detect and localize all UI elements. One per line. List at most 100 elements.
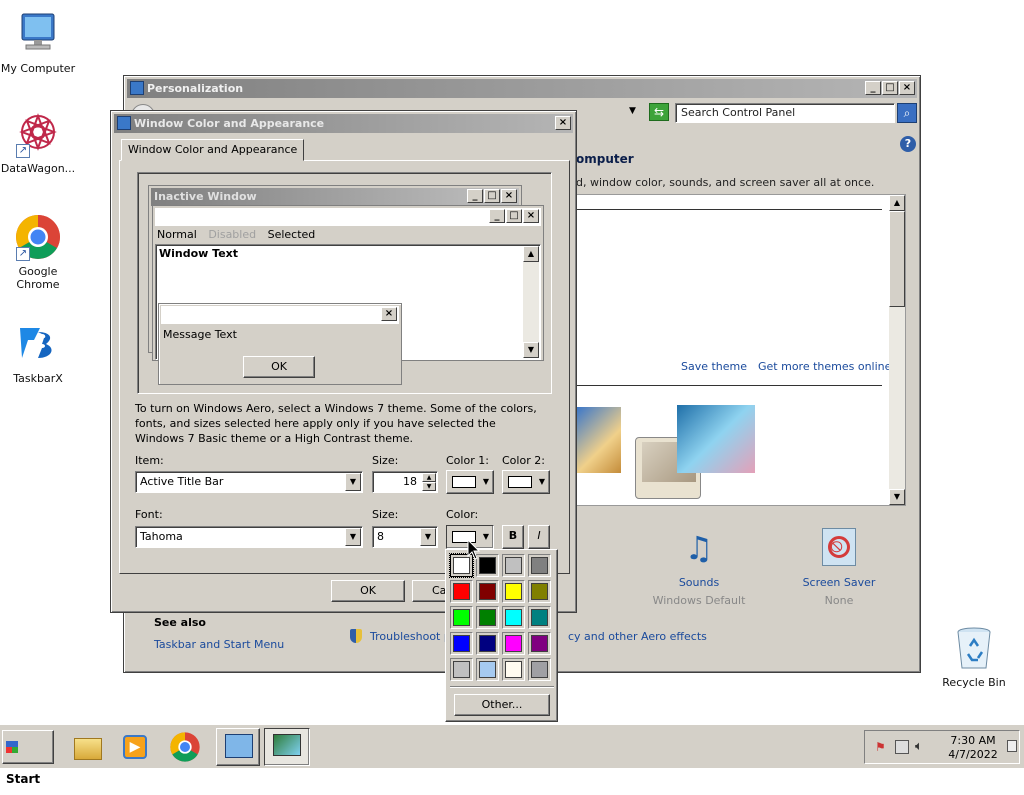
color-swatch[interactable] (502, 658, 525, 681)
item-select[interactable]: Active Title Bar ▼ (135, 471, 363, 493)
window-text: Window Text (159, 247, 239, 260)
save-theme-link[interactable]: Save theme (681, 360, 747, 373)
start-button[interactable]: Start (2, 730, 54, 786)
color-swatch[interactable] (450, 658, 473, 681)
desktop-icon-label: DataWagon... (0, 162, 76, 175)
show-desktop-icon[interactable] (1007, 740, 1017, 752)
chevron-down-icon[interactable]: ▼ (420, 528, 436, 546)
clock-time: 7:30 AM (950, 734, 996, 747)
preview-minimize-icon: _ (467, 189, 483, 203)
color-swatch[interactable] (528, 658, 551, 681)
color2-button[interactable]: ▼ (502, 470, 550, 494)
theme-thumbnail[interactable] (677, 405, 755, 473)
chrome-icon (170, 732, 200, 762)
desktop-icon-my-computer[interactable]: My Computer (0, 10, 78, 75)
menu-normal: Normal (157, 228, 197, 241)
get-more-themes-link[interactable]: Get more themes online (758, 360, 891, 373)
chevron-down-icon[interactable]: ▼ (345, 473, 361, 491)
menu-selected: Selected (267, 228, 316, 241)
color1-button[interactable]: ▼ (446, 470, 494, 494)
color-swatch[interactable] (476, 632, 499, 655)
taskbar-start-menu-link[interactable]: Taskbar and Start Menu (154, 638, 284, 651)
italic-button[interactable]: I (528, 525, 550, 549)
other-colors-button[interactable]: Other... (454, 694, 550, 716)
sounds-sub: Windows Default (652, 594, 746, 607)
screen-saver-sub: None (824, 594, 854, 607)
color-swatch[interactable] (528, 580, 551, 603)
tab-window-color[interactable]: Window Color and Appearance (121, 139, 305, 161)
refresh-icon[interactable]: ⇆ (649, 103, 669, 121)
preview-maximize-icon: □ (484, 189, 500, 203)
bold-button[interactable]: B (502, 525, 524, 549)
dropdown-arrow-icon[interactable]: ▼ (629, 106, 636, 116)
color-swatch[interactable] (476, 606, 499, 629)
preview-minimize-icon: _ (489, 209, 505, 223)
chevron-down-icon: ▼ (482, 477, 489, 486)
size-spinner[interactable]: 18 ▲ ▼ (372, 471, 438, 493)
font-size-select[interactable]: 8 ▼ (372, 526, 438, 548)
color-swatch[interactable] (476, 658, 499, 681)
font-select-value: Tahoma (140, 530, 183, 543)
desktop-icon-label: My Computer (0, 62, 76, 75)
taskbar-explorer-button[interactable] (70, 730, 104, 764)
color-swatch[interactable] (450, 632, 473, 655)
page-heading: omputer (576, 152, 634, 166)
action-center-flag-icon[interactable]: ⚑ (875, 740, 889, 754)
color-swatch[interactable] (502, 606, 525, 629)
tab-label: Window Color and Appearance (128, 143, 298, 156)
window-title: Personalization (147, 82, 244, 95)
page-subtext: d, window color, sounds, and screen save… (576, 176, 875, 189)
taskbar-control-panel-button[interactable] (216, 728, 260, 766)
spinner-down-icon[interactable]: ▼ (422, 482, 436, 491)
color-swatch[interactable] (476, 580, 499, 603)
color-swatch[interactable] (502, 632, 525, 655)
chevron-down-icon[interactable]: ▼ (345, 528, 361, 546)
color-swatch[interactable] (528, 606, 551, 629)
color-swatch[interactable] (502, 580, 525, 603)
dialog-ok-button[interactable]: OK (331, 580, 405, 602)
search-icon[interactable]: ⌕ (897, 103, 917, 123)
system-tray: ⚑ 🔈︎ 7:30 AM 4/7/2022 (864, 730, 1020, 764)
color-swatch[interactable] (528, 632, 551, 655)
taskbar-chrome-button[interactable] (168, 730, 202, 764)
troubleshoot-link[interactable]: Troubleshoot pr (370, 630, 455, 643)
font-select[interactable]: Tahoma ▼ (135, 526, 363, 548)
size-label: Size: (372, 454, 399, 467)
close-button[interactable]: × (899, 81, 915, 95)
minimize-button[interactable]: _ (865, 81, 881, 95)
menu-disabled: Disabled (208, 228, 257, 241)
maximize-button[interactable]: □ (882, 81, 898, 95)
preview-close-icon: × (501, 189, 517, 203)
sounds-item[interactable]: ♫ Sounds Windows Default (644, 526, 754, 607)
windows-flag-icon (6, 741, 18, 753)
desktop-icon-label: Google Chrome (16, 265, 60, 291)
control-panel-icon (225, 734, 253, 758)
color-swatch[interactable] (528, 554, 551, 577)
theme-thumbnail[interactable] (577, 407, 621, 473)
help-icon[interactable]: ? (900, 136, 916, 152)
color-swatch[interactable] (502, 554, 525, 577)
network-icon[interactable] (895, 740, 909, 754)
desktop-icon-chrome[interactable]: ↗ Google Chrome (0, 213, 78, 291)
screen-saver-item[interactable]: ⃠ Screen Saver None (784, 526, 894, 607)
desktop-icon-taskbarx[interactable]: TaskbarX (0, 320, 78, 385)
dialog-title-bar[interactable]: Window Color and Appearance × (114, 114, 573, 133)
see-also-heading: See also (154, 616, 206, 629)
aero-effects-link[interactable]: cy and other Aero effects (568, 630, 707, 643)
desktop-icon-recycle-bin[interactable]: Recycle Bin (934, 624, 1014, 689)
taskbar-media-button[interactable]: ▶ (118, 730, 152, 764)
personalization-title-bar[interactable]: Personalization _ □ × (127, 79, 917, 98)
spinner-up-icon[interactable]: ▲ (422, 473, 436, 482)
folder-icon (74, 738, 102, 760)
taskbar-display-button[interactable] (264, 728, 310, 766)
color-swatch[interactable] (450, 580, 473, 603)
clock[interactable]: 7:30 AM 4/7/2022 (941, 734, 1005, 762)
volume-icon[interactable]: 🔈︎ (915, 739, 923, 754)
desktop-icon-datawagon[interactable]: ↗ DataWagon... (0, 110, 78, 175)
sounds-icon: ♫ (684, 529, 714, 567)
search-input[interactable]: Search Control Panel (675, 103, 895, 123)
themes-scrollbar[interactable]: ▲ ▼ (889, 195, 905, 505)
dialog-close-button[interactable]: × (555, 116, 571, 130)
start-label: Start (6, 772, 41, 786)
color-swatch[interactable] (450, 606, 473, 629)
